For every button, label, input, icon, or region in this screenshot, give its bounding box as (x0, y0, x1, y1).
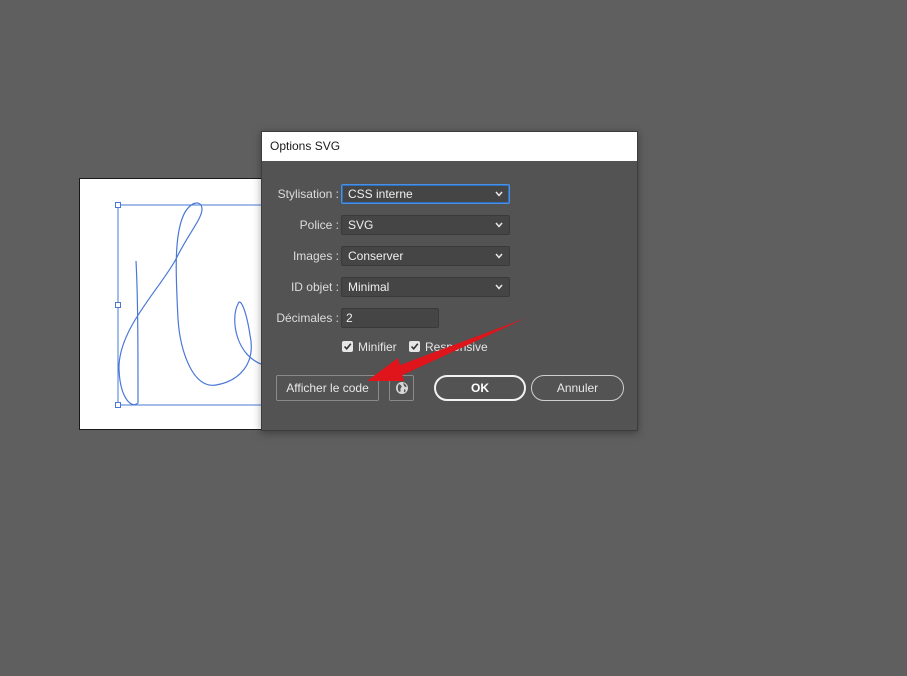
minify-label: Minifier (358, 339, 397, 354)
images-row: Images : Conserver (262, 246, 637, 266)
checkbox-row: Minifier Responsive (262, 339, 637, 359)
styling-label: Stylisation : (277, 187, 339, 201)
responsive-checkbox[interactable]: Responsive (409, 339, 488, 354)
selection-handle[interactable] (115, 202, 121, 208)
styling-value: CSS interne (348, 187, 413, 201)
checkmark-icon (410, 343, 419, 351)
minify-checkbox-box[interactable] (342, 341, 353, 353)
responsive-checkbox-box[interactable] (409, 341, 420, 353)
svg-options-dialog: Options SVG Stylisation : CSS interne Po… (261, 131, 638, 431)
responsive-label: Responsive (425, 339, 488, 354)
chevron-down-icon (495, 191, 503, 197)
styling-dropdown[interactable]: CSS interne (341, 184, 510, 204)
dialog-title: Options SVG (262, 132, 637, 161)
selection-bounding-box (117, 204, 262, 406)
object-id-value: Minimal (348, 280, 390, 294)
decimals-row: Décimales : 2 (262, 308, 637, 328)
font-label: Police : (299, 218, 339, 232)
minify-checkbox[interactable]: Minifier (342, 339, 397, 354)
object-id-dropdown[interactable]: Minimal (341, 277, 510, 297)
object-id-row: ID objet : Minimal (262, 277, 637, 297)
chevron-down-icon (495, 222, 503, 228)
font-value: SVG (348, 218, 374, 232)
artboard[interactable] (79, 178, 263, 430)
handwritten-path[interactable] (118, 202, 263, 406)
images-dropdown[interactable]: Conserver (341, 246, 510, 266)
selection-handle[interactable] (115, 302, 121, 308)
images-label: Images : (292, 249, 339, 263)
font-dropdown[interactable]: SVG (341, 215, 510, 235)
decimals-input[interactable]: 2 (341, 308, 439, 328)
object-id-label: ID objet : (290, 280, 339, 294)
decimals-label: Décimales : (276, 311, 339, 325)
chevron-down-icon (495, 253, 503, 259)
checkmark-icon (343, 343, 352, 351)
font-row: Police : SVG (262, 215, 637, 235)
artwork-svg (115, 202, 263, 408)
ok-button[interactable]: OK (434, 375, 526, 401)
images-value: Conserver (348, 249, 404, 263)
cancel-button[interactable]: Annuler (531, 375, 624, 401)
globe-button[interactable] (389, 375, 414, 401)
globe-icon (396, 382, 408, 394)
selection-handle[interactable] (115, 402, 121, 408)
styling-row: Stylisation : CSS interne (262, 184, 637, 204)
chevron-down-icon (495, 284, 503, 290)
show-code-button[interactable]: Afficher le code (276, 375, 379, 401)
